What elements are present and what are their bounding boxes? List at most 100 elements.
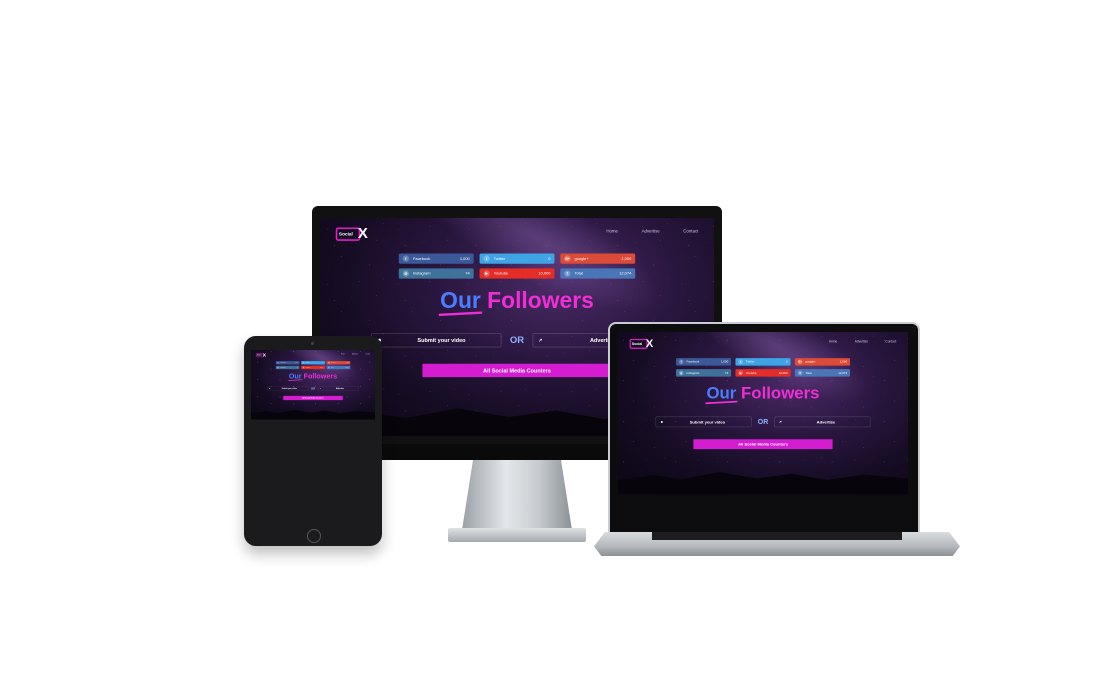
site-logo[interactable]: Social X [629, 337, 656, 350]
counter-value: 0 [548, 256, 551, 261]
title-followers: Followers [301, 371, 338, 381]
advertise-button[interactable]: ➚ Advertise [774, 416, 871, 428]
counter-label: Twitter [745, 360, 755, 364]
all-counters-button[interactable]: All Social Media Counters [283, 395, 343, 401]
counter-facebook[interactable]: f Facebook 1,000 [676, 358, 732, 366]
submit-video-button[interactable]: ☻ Submit your video [371, 333, 502, 348]
youtube-icon: ▶ [302, 366, 305, 369]
user-icon: ☻ [660, 419, 664, 424]
or-separator: OR [310, 386, 316, 391]
megaphone-icon: ➚ [778, 419, 782, 424]
counter-label: Instagram [280, 366, 286, 369]
counter-google[interactable]: G+ google+ 1,000 [326, 361, 351, 365]
counter-value: 10,000 [319, 366, 324, 369]
counter-twitter[interactable]: t Twitter 0 [301, 361, 325, 365]
nav-advertise[interactable]: Advertise [352, 353, 358, 354]
facebook-icon: f [678, 359, 684, 365]
counter-label: Youtube [493, 271, 509, 276]
logo-x: X [262, 352, 267, 358]
nav-home[interactable]: Home [829, 340, 838, 343]
counter-label: Twitter [493, 256, 506, 261]
counter-facebook[interactable]: f Facebook 1,000 [275, 361, 300, 365]
counter-grid: f Facebook 1,000 t Twitter 0 G+ google+ 1,000 ◎ In… [275, 361, 351, 370]
total-icon: Σ [564, 270, 571, 277]
google-icon: G+ [797, 359, 803, 365]
counter-twitter[interactable]: t Twitter 0 [735, 358, 791, 366]
counter-total[interactable]: Σ Total 12,074 [560, 268, 636, 279]
facebook-icon: f [277, 361, 280, 364]
or-separator: OR [757, 417, 769, 426]
counter-google[interactable]: G+ google+ 1,000 [560, 253, 636, 264]
nav-advertise[interactable]: Advertise [855, 340, 868, 343]
or-separator: OR [509, 334, 525, 346]
total-icon: Σ [797, 370, 803, 376]
site-logo[interactable]: Social X [335, 225, 371, 242]
logo-text: Social [631, 341, 643, 346]
counter-label: Facebook [686, 360, 700, 364]
counter-instagram[interactable]: ◎ Instagram 74 [275, 365, 300, 370]
instagram-icon: ◎ [402, 270, 410, 277]
nav-advertise[interactable]: Advertise [642, 229, 660, 234]
counter-grid: f Facebook 1,000 t Twitter 0 G+ google+ 1,000 ◎ In… [676, 358, 850, 377]
counter-label: google+ [331, 362, 336, 364]
counter-value: 74 [465, 271, 470, 276]
tablet-home-button[interactable] [307, 529, 321, 543]
counter-instagram[interactable]: ◎ Instagram 74 [398, 268, 474, 279]
submit-video-button[interactable]: ☻ Submit your video [655, 416, 752, 428]
counter-value: 74 [296, 366, 299, 369]
counter-value: 74 [724, 371, 729, 375]
counter-facebook[interactable]: f Facebook 1,000 [398, 253, 474, 264]
counter-youtube[interactable]: ▶ Youtube 10,000 [735, 369, 791, 377]
counter-value: 0 [322, 362, 324, 364]
counter-youtube[interactable]: ▶ Youtube 10,000 [479, 268, 555, 279]
google-icon: G+ [564, 255, 571, 262]
counter-twitter[interactable]: t Twitter 0 [479, 253, 555, 264]
nav-contact[interactable]: Contact [885, 340, 896, 343]
counter-value: 0 [786, 360, 788, 364]
counter-value: 1,000 [720, 360, 729, 364]
site-nav: Home Advertise Contact [341, 353, 370, 354]
twitter-icon: t [738, 359, 743, 365]
counter-value: 12,074 [619, 271, 632, 276]
nav-home[interactable]: Home [341, 353, 345, 354]
all-counters-button[interactable]: All Social Media Counters [693, 439, 833, 450]
title-followers: Followers [480, 287, 594, 314]
site-nav: Home Advertise Contact [606, 229, 698, 234]
counter-label: google+ [805, 360, 816, 364]
all-counters-button[interactable]: All Social Media Counters [422, 363, 612, 378]
counter-total[interactable]: Σ Total 12,074 [326, 365, 351, 370]
logo-text: Social [256, 354, 262, 356]
logo-x: X [357, 225, 368, 242]
advertise-label: Advertise [816, 419, 836, 425]
laptop-hinge [652, 532, 902, 540]
action-row: ☻ Submit your video OR ➚ Advertise [655, 416, 871, 428]
megaphone-icon: ➚ [319, 387, 322, 390]
facebook-icon: f [402, 255, 410, 262]
site-logo[interactable]: Social X [255, 352, 267, 358]
page-title: Our Followers [251, 372, 375, 380]
megaphone-icon: ➚ [538, 337, 543, 343]
site-nav: Home Advertise Contact [829, 340, 897, 343]
counter-label: Instagram [412, 271, 431, 276]
advertise-label: Advertise [335, 387, 344, 390]
twitter-icon: t [302, 361, 305, 364]
counter-google[interactable]: G+ google+ 1,000 [794, 358, 850, 366]
counter-value: 12,074 [838, 371, 848, 375]
nav-home[interactable]: Home [606, 229, 618, 234]
counter-total[interactable]: Σ Total 12,074 [794, 369, 850, 377]
counter-youtube[interactable]: ▶ Youtube 10,000 [301, 365, 325, 370]
submit-video-label: Submit your video [281, 387, 297, 390]
advertise-button[interactable]: ➚ Advertise [317, 386, 359, 391]
counter-label: Facebook [280, 362, 286, 364]
submit-video-button[interactable]: ☻ Submit your video [267, 386, 309, 391]
counter-value: 1,000 [459, 256, 470, 261]
page-title: Our Followers [618, 383, 908, 402]
counter-value: 10,000 [778, 371, 788, 375]
nav-contact[interactable]: Contact [365, 353, 370, 354]
nav-contact[interactable]: Contact [683, 229, 698, 234]
counter-instagram[interactable]: ◎ Instagram 74 [676, 369, 732, 377]
title-followers: Followers [736, 383, 820, 403]
title-our: Our [288, 371, 302, 381]
instagram-icon: ◎ [277, 366, 280, 369]
imac-stand-neck [462, 460, 572, 530]
